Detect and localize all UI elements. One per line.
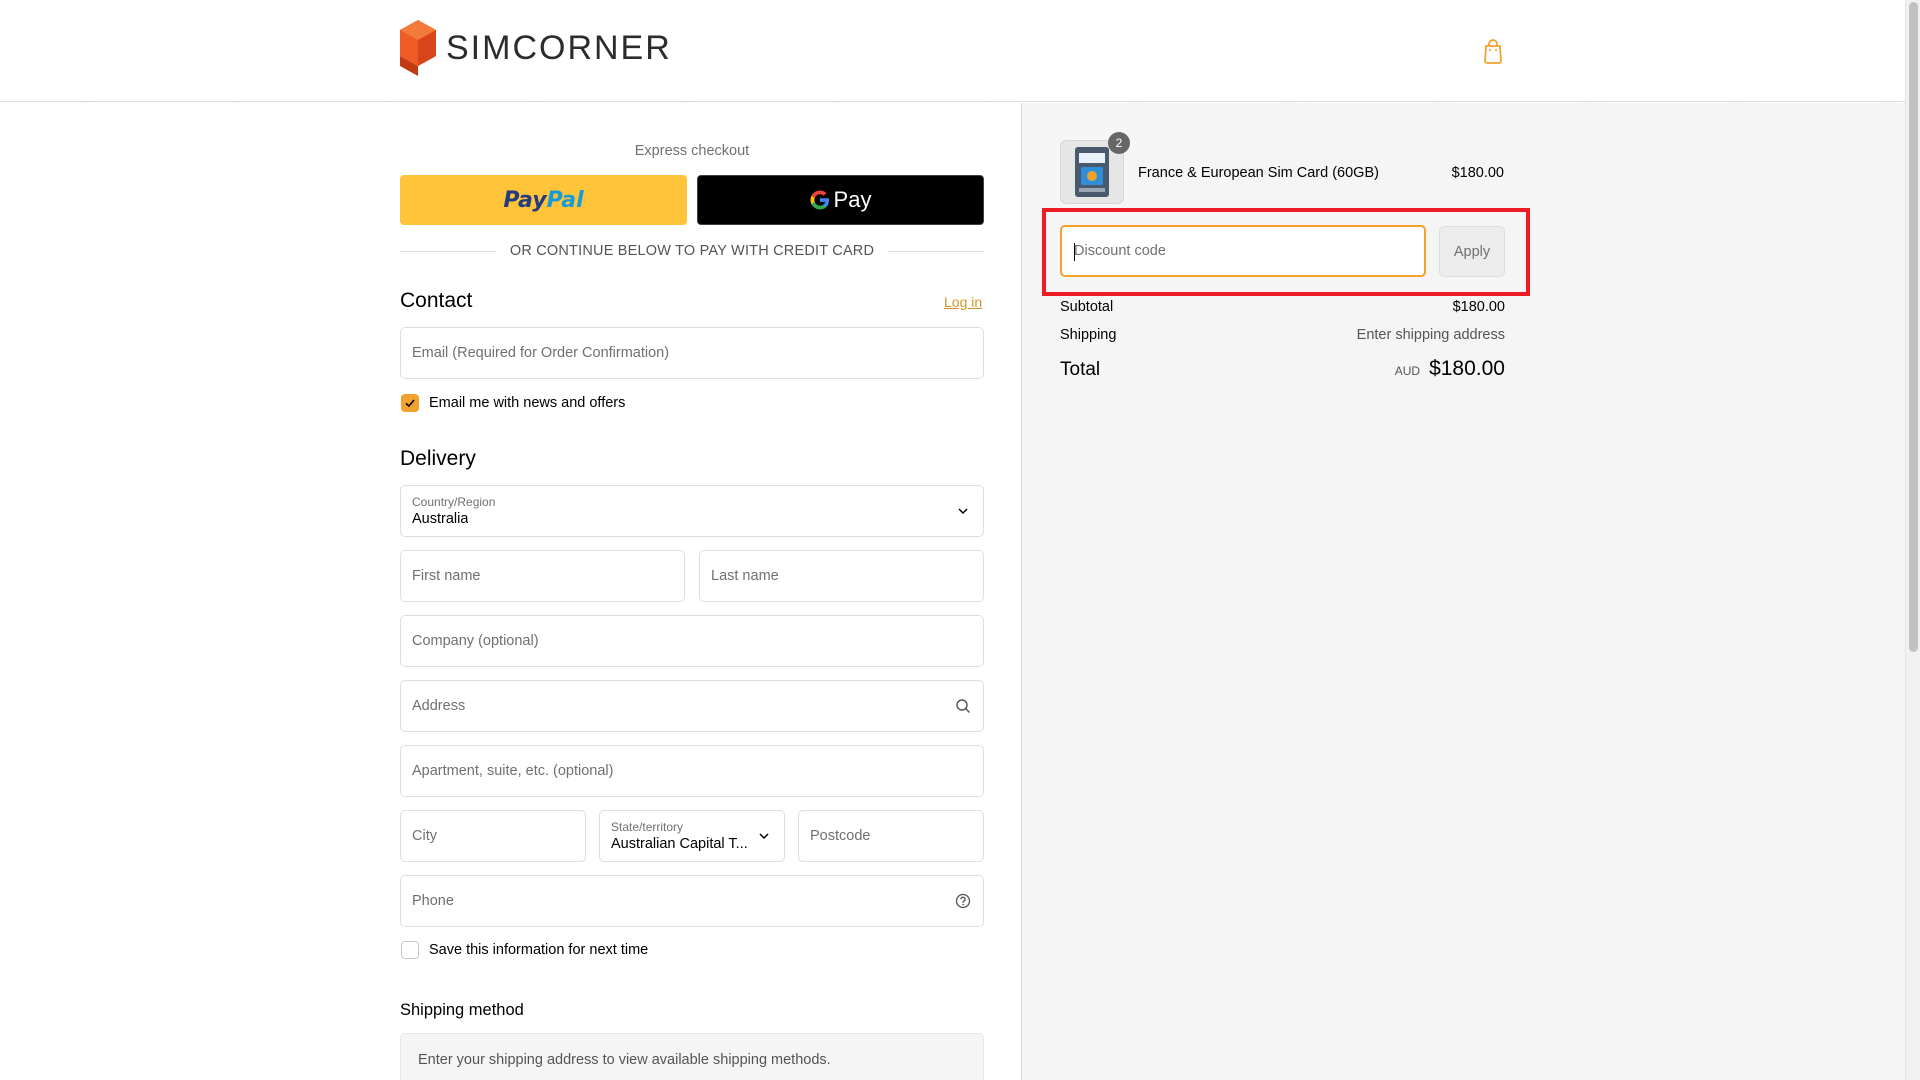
delivery-heading: Delivery bbox=[400, 447, 476, 470]
newsletter-label: Email me with news and offers bbox=[429, 395, 626, 411]
save-info-label: Save this information for next time bbox=[429, 942, 649, 958]
first-name-placeholder: First name bbox=[412, 568, 481, 584]
page-scrollbar[interactable] bbox=[1905, 0, 1920, 1080]
subtotal-row: Subtotal $180.00 bbox=[1060, 299, 1505, 315]
discount-placeholder: Discount code bbox=[1074, 243, 1166, 259]
postcode-placeholder: Postcode bbox=[810, 828, 871, 844]
google-g-icon bbox=[810, 190, 829, 210]
total-label: Total bbox=[1060, 359, 1101, 380]
product-price: $180.00 bbox=[1451, 165, 1504, 181]
apartment-placeholder: Apartment, suite, etc. (optional) bbox=[412, 763, 614, 779]
state-select[interactable]: State/territory Australian Capital T... bbox=[599, 810, 785, 862]
apply-discount-button[interactable]: Apply bbox=[1439, 226, 1505, 277]
total-value: $180.00 bbox=[1429, 357, 1505, 380]
logo[interactable]: SIMCORNER bbox=[400, 20, 672, 76]
phone-field[interactable]: Phone bbox=[400, 875, 984, 927]
first-name-field[interactable]: First name bbox=[400, 550, 685, 602]
last-name-field[interactable]: Last name bbox=[699, 550, 984, 602]
checkmark-icon bbox=[405, 399, 415, 408]
discount-code-input[interactable]: Discount code bbox=[1060, 225, 1426, 277]
search-icon bbox=[956, 699, 970, 713]
subtotal-value: $180.00 bbox=[1452, 299, 1505, 315]
city-placeholder: City bbox=[412, 828, 437, 844]
country-value: Australia bbox=[412, 511, 469, 527]
shipping-label: Shipping bbox=[1060, 327, 1117, 343]
save-info-checkbox[interactable] bbox=[401, 941, 419, 959]
chevron-down-icon bbox=[958, 508, 968, 515]
shipping-method-message: Enter your shipping address to view avai… bbox=[418, 1052, 831, 1068]
paypal-button[interactable]: PayPal bbox=[400, 175, 687, 225]
simcorner-logo-icon bbox=[400, 20, 436, 76]
shipping-value: Enter shipping address bbox=[1356, 327, 1505, 343]
newsletter-checkbox[interactable] bbox=[401, 394, 419, 412]
country-label: Country/Region bbox=[412, 495, 496, 509]
site-header: SIMCORNER bbox=[0, 0, 1905, 102]
shopping-bag-icon[interactable] bbox=[1481, 38, 1505, 64]
address-field[interactable]: Address bbox=[400, 680, 984, 732]
express-checkout-title: Express checkout bbox=[634, 143, 750, 159]
google-pay-label: Pay bbox=[833, 187, 872, 212]
phone-placeholder: Phone bbox=[412, 893, 454, 909]
subtotal-label: Subtotal bbox=[1060, 299, 1114, 315]
last-name-placeholder: Last name bbox=[711, 568, 779, 584]
google-pay-button[interactable]: Pay bbox=[697, 175, 984, 225]
email-field[interactable]: Email (Required for Order Confirmation) bbox=[400, 327, 984, 379]
country-select[interactable]: Country/Region Australia bbox=[400, 485, 984, 537]
shipping-method-heading: Shipping method bbox=[400, 1001, 524, 1019]
shipping-method-notice: Enter your shipping address to view avai… bbox=[400, 1033, 984, 1080]
address-placeholder: Address bbox=[412, 698, 466, 714]
brand-name: SIMCORNER bbox=[446, 28, 672, 67]
product-thumbnail: 2 bbox=[1060, 132, 1130, 204]
state-value: Australian Capital T... bbox=[611, 836, 748, 852]
divider-text: OR CONTINUE BELOW TO PAY WITH CREDIT CAR… bbox=[509, 243, 875, 259]
chevron-down-icon bbox=[759, 833, 769, 840]
payment-divider: OR CONTINUE BELOW TO PAY WITH CREDIT CAR… bbox=[400, 241, 985, 261]
shipping-row: Shipping Enter shipping address bbox=[1060, 327, 1505, 343]
company-placeholder: Company (optional) bbox=[412, 633, 539, 649]
help-circle-icon[interactable] bbox=[955, 893, 971, 909]
paypal-logo: PayPal bbox=[503, 187, 584, 213]
total-row: Total AUD $180.00 bbox=[1060, 357, 1505, 381]
state-label: State/territory bbox=[611, 820, 684, 834]
email-placeholder: Email (Required for Order Confirmation) bbox=[412, 345, 670, 361]
scrollbar-thumb[interactable] bbox=[1909, 2, 1918, 652]
total-currency: AUD bbox=[1394, 364, 1421, 378]
city-field[interactable]: City bbox=[400, 810, 586, 862]
postcode-field[interactable]: Postcode bbox=[798, 810, 984, 862]
quantity-badge: 2 bbox=[1108, 132, 1130, 154]
contact-heading: Contact bbox=[400, 289, 473, 312]
login-link[interactable]: Log in bbox=[944, 294, 982, 310]
product-name: France & European Sim Card (60GB) bbox=[1138, 165, 1379, 181]
text-caret bbox=[1074, 243, 1075, 261]
company-field[interactable]: Company (optional) bbox=[400, 615, 984, 667]
apartment-field[interactable]: Apartment, suite, etc. (optional) bbox=[400, 745, 984, 797]
